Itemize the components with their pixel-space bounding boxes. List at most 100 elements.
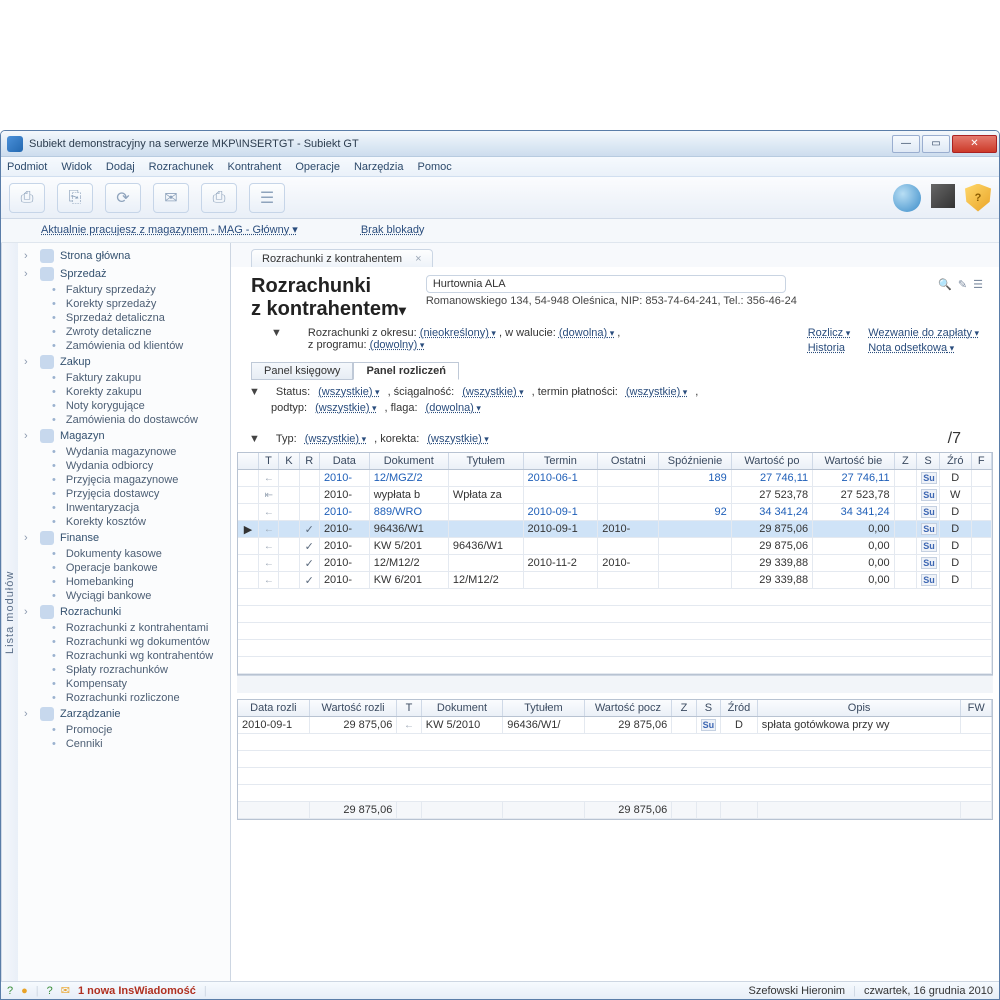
- sidebar-item[interactable]: Noty korygujące: [18, 399, 230, 413]
- table-row[interactable]: 2010-09-129 875,06←KW 5/201096436/W1/29 …: [238, 717, 992, 734]
- action-historia[interactable]: Historia: [808, 342, 850, 354]
- toolbar-btn-2[interactable]: ⎘: [57, 183, 93, 213]
- globe-icon[interactable]: [893, 184, 921, 212]
- sidebar-item[interactable]: Zwroty detaliczne: [18, 325, 230, 339]
- type-filter[interactable]: (wszystkie): [305, 433, 366, 445]
- menu-widok[interactable]: Widok: [61, 161, 92, 173]
- menu-dodaj[interactable]: Dodaj: [106, 161, 135, 173]
- sidebar-item[interactable]: Rozrachunki rozliczone: [18, 691, 230, 705]
- table-row[interactable]: ←✓2010-KW 6/20112/M12/229 339,880,00SuD: [238, 572, 992, 589]
- sidebar-item[interactable]: Wydania magazynowe: [18, 445, 230, 459]
- grid-scrollbar[interactable]: [237, 675, 993, 693]
- sidebar-item[interactable]: Kompensaty: [18, 677, 230, 691]
- collapse-toggle-icon-3[interactable]: ▼: [249, 433, 260, 445]
- payment-term-filter[interactable]: (wszystkie): [626, 386, 687, 398]
- collapse-toggle-icon-2[interactable]: ▼: [249, 386, 260, 398]
- sidebar-group[interactable]: ›Zarządzanie: [18, 705, 230, 723]
- action-wezwanie[interactable]: Wezwanie do zapłaty: [868, 327, 979, 339]
- main-tab[interactable]: Rozrachunki z kontrahentem ×: [251, 249, 433, 267]
- sidebar-group[interactable]: ›Zakup: [18, 353, 230, 371]
- sidebar-item[interactable]: Faktury zakupu: [18, 371, 230, 385]
- table-row[interactable]: ←✓2010-KW 5/20196436/W129 875,060,00SuD: [238, 538, 992, 555]
- table-row[interactable]: ←2010-889/WRO2010-09-19234 341,2434 341,…: [238, 504, 992, 521]
- shield-icon[interactable]: ?: [965, 184, 991, 212]
- close-button[interactable]: ✕: [952, 135, 997, 153]
- table-row[interactable]: ←✓2010-12/M12/22010-11-22010-29 339,880,…: [238, 555, 992, 572]
- help-icon[interactable]: ?: [7, 985, 13, 997]
- sidebar-item[interactable]: Korekty sprzedaży: [18, 297, 230, 311]
- sidebar-item[interactable]: Wyciągi bankowe: [18, 589, 230, 603]
- sidebar-item[interactable]: Homebanking: [18, 575, 230, 589]
- menu-rozrachunek[interactable]: Rozrachunek: [149, 161, 214, 173]
- search-icon[interactable]: 🔍: [938, 278, 952, 291]
- table-row[interactable]: ←2010-12/MGZ/22010-06-118927 746,1127 74…: [238, 470, 992, 487]
- table-row[interactable]: ▶←✓2010-96436/W12010-09-12010-29 875,060…: [238, 521, 992, 538]
- table-row[interactable]: ⇤2010-wypłata bWpłata za27 523,7827 523,…: [238, 487, 992, 504]
- sidebar-item[interactable]: Sprzedaż detaliczna: [18, 311, 230, 325]
- toolbar-btn-3[interactable]: ⟳: [105, 183, 141, 213]
- sidebar-item[interactable]: Spłaty rozrachunków: [18, 663, 230, 677]
- cube-icon[interactable]: [931, 184, 955, 208]
- bulb-icon[interactable]: ●: [21, 985, 28, 997]
- subtype-filter[interactable]: (wszystkie): [315, 402, 376, 414]
- menu-operacje[interactable]: Operacje: [295, 161, 340, 173]
- sidebar-item[interactable]: Rozrachunki wg dokumentów: [18, 635, 230, 649]
- toolbar-btn-4[interactable]: ✉: [153, 183, 189, 213]
- sidebar-item[interactable]: Promocje: [18, 723, 230, 737]
- collapse-toggle-icon[interactable]: ▼: [271, 327, 282, 339]
- toolbar-btn-5[interactable]: ⎙: [201, 183, 237, 213]
- tab-close-icon[interactable]: ×: [415, 253, 421, 265]
- sidebar-item[interactable]: Przyjęcia dostawcy: [18, 487, 230, 501]
- edit-icon[interactable]: ✎: [958, 278, 967, 291]
- sidebar-item[interactable]: Zamówienia do dostawców: [18, 413, 230, 427]
- titlebar: Subiekt demonstracyjny na serwerze MKP\I…: [1, 131, 999, 157]
- sidebar-item[interactable]: Zamówienia od klientów: [18, 339, 230, 353]
- sidebar-item[interactable]: Korekty zakupu: [18, 385, 230, 399]
- menu-narzędzia[interactable]: Narzędzia: [354, 161, 404, 173]
- sidebar-item[interactable]: Inwentaryzacja: [18, 501, 230, 515]
- minimize-button[interactable]: —: [892, 135, 920, 153]
- sidebar-item[interactable]: Rozrachunki wg kontrahentów: [18, 649, 230, 663]
- sidebar-group[interactable]: ›Finanse: [18, 529, 230, 547]
- sidebar-group[interactable]: ›Sprzedaż: [18, 265, 230, 283]
- sidebar-item[interactable]: Przyjęcia magazynowe: [18, 473, 230, 487]
- action-rozlicz[interactable]: Rozlicz: [808, 327, 850, 339]
- sidebar-item[interactable]: Cenniki: [18, 737, 230, 751]
- status-message[interactable]: 1 nowa InsWiadomość: [78, 985, 196, 997]
- tab-rozliczen[interactable]: Panel rozliczeń: [353, 362, 458, 380]
- sidebar-item[interactable]: Wydania odbiorcy: [18, 459, 230, 473]
- mail-icon[interactable]: ✉: [61, 984, 70, 997]
- menu-podmiot[interactable]: Podmiot: [7, 161, 47, 173]
- lock-link[interactable]: Brak blokady: [361, 224, 425, 236]
- action-nota[interactable]: Nota odsetkowa: [868, 342, 979, 354]
- sidebar-group[interactable]: ›Strona główna: [18, 247, 230, 265]
- toolbar-btn-6[interactable]: ☰: [249, 183, 285, 213]
- sidebar-item[interactable]: Dokumenty kasowe: [18, 547, 230, 561]
- window-title: Subiekt demonstracyjny na serwerze MKP\I…: [29, 138, 892, 150]
- sidebar-group[interactable]: ›Rozrachunki: [18, 603, 230, 621]
- sidebar-item[interactable]: Korekty kosztów: [18, 515, 230, 529]
- status-filter[interactable]: (wszystkie): [318, 386, 379, 398]
- warehouse-link[interactable]: Aktualnie pracujesz z magazynem - MAG - …: [41, 224, 298, 236]
- menu-kontrahent[interactable]: Kontrahent: [228, 161, 282, 173]
- program-filter[interactable]: (dowolny): [370, 339, 425, 351]
- help-icon-2[interactable]: ?: [47, 985, 53, 997]
- sidebar-item[interactable]: Rozrachunki z kontrahentami: [18, 621, 230, 635]
- sidebar-item[interactable]: Operacje bankowe: [18, 561, 230, 575]
- menu-pomoc[interactable]: Pomoc: [418, 161, 452, 173]
- toolbar-btn-1[interactable]: ⎙: [9, 183, 45, 213]
- currency-filter[interactable]: (dowolna): [559, 327, 614, 339]
- main-grid: TKRDataDokumentTytułemTerminOstatniSpóźn…: [237, 452, 993, 675]
- maximize-button[interactable]: ▭: [922, 135, 950, 153]
- party-name-field[interactable]: Hurtownia ALA: [426, 275, 786, 293]
- correction-filter[interactable]: (wszystkie): [427, 433, 488, 445]
- period-filter[interactable]: (nieokreślony): [420, 327, 496, 339]
- sidebar-item[interactable]: Faktury sprzedaży: [18, 283, 230, 297]
- table-row: [238, 589, 992, 606]
- notes-icon[interactable]: ☰: [973, 278, 983, 291]
- sidebar-group[interactable]: ›Magazyn: [18, 427, 230, 445]
- flag-filter[interactable]: (dowolna): [426, 402, 481, 414]
- tab-ksiegowy[interactable]: Panel księgowy: [251, 362, 353, 380]
- collectibility-filter[interactable]: (wszystkie): [462, 386, 523, 398]
- table-row: [238, 785, 992, 802]
